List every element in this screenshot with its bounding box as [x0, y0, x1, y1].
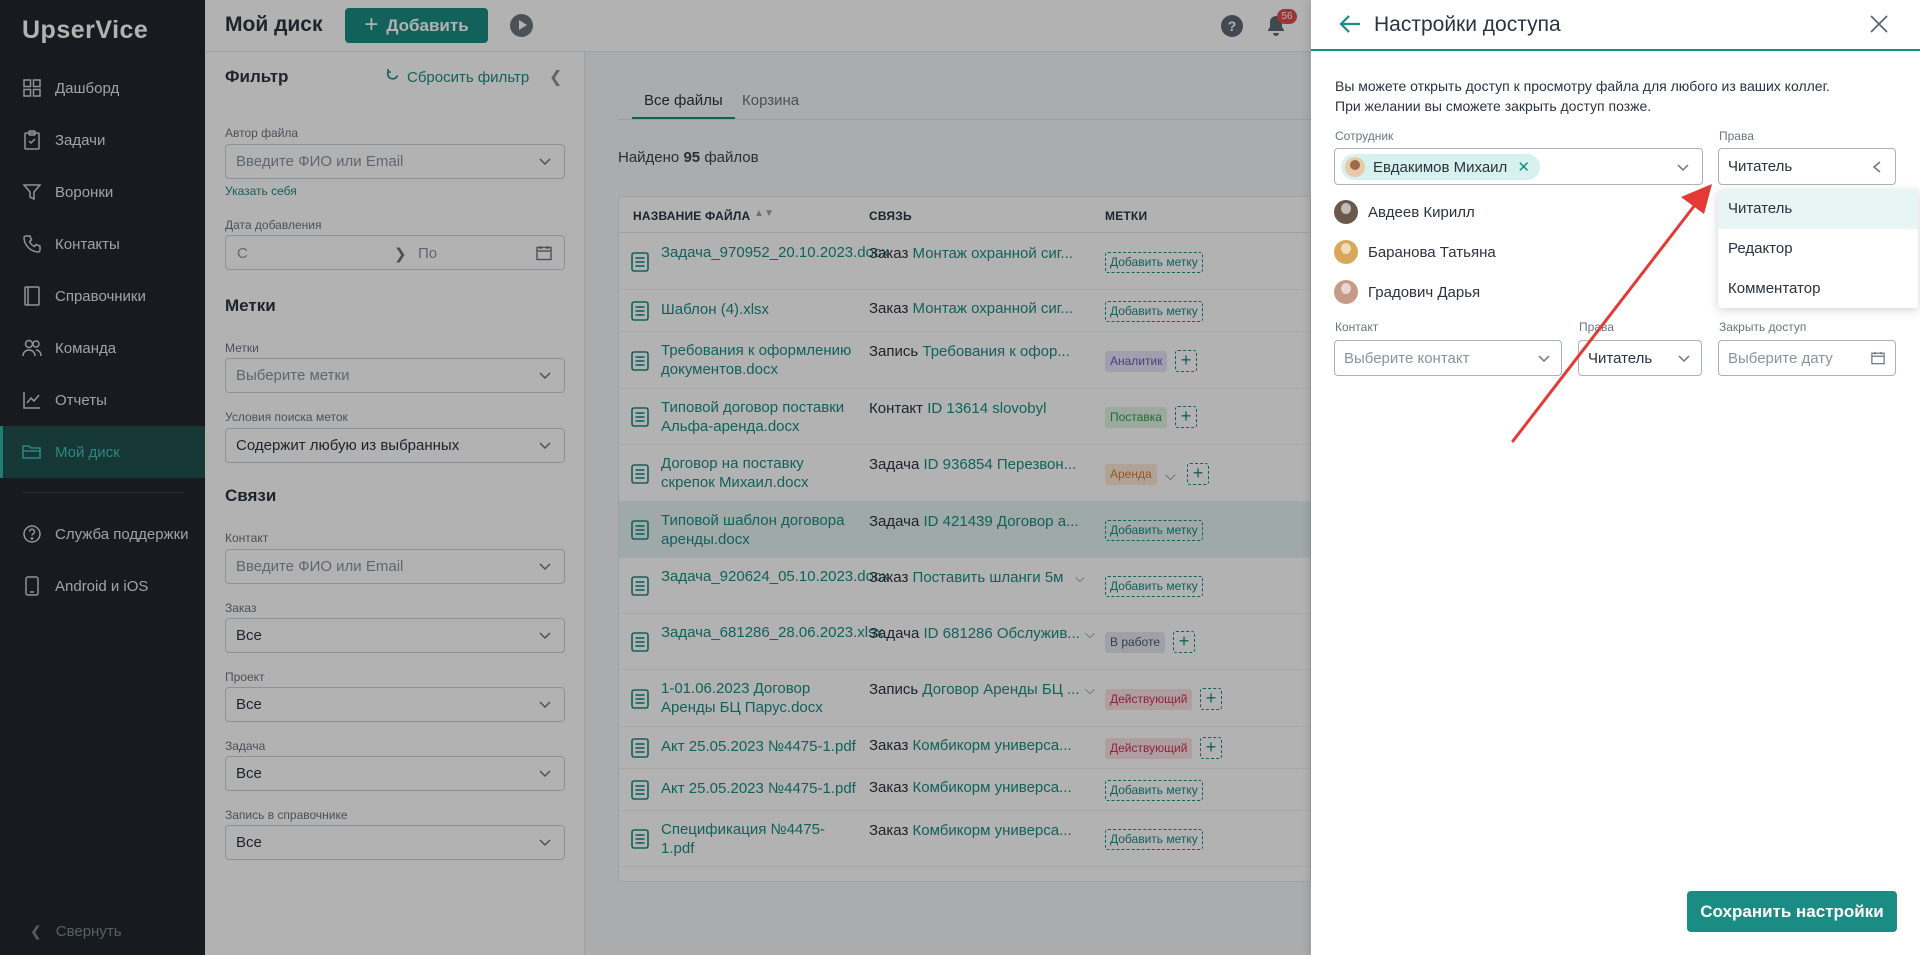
- chevron-left-icon: [1872, 161, 1881, 173]
- rights-label: Права: [1719, 129, 1754, 143]
- employee-name: Баранова Татьяна: [1368, 243, 1496, 261]
- contact-label: Контакт: [1335, 320, 1379, 334]
- chevron-down-icon: [1677, 164, 1689, 172]
- modal-overlay[interactable]: [0, 0, 1311, 955]
- info-line-1: Вы можете открыть доступ к просмотру фай…: [1335, 78, 1830, 94]
- contact-rights-select[interactable]: Читатель: [1578, 340, 1702, 376]
- employee-option[interactable]: Авдеев Кирилл: [1334, 198, 1475, 226]
- avatar: [1334, 280, 1358, 304]
- contact-placeholder: Выберите контакт: [1344, 350, 1470, 367]
- close-access-label: Закрыть доступ: [1719, 320, 1807, 334]
- save-settings-button[interactable]: Сохранить настройки: [1687, 891, 1897, 932]
- close-access-date-input[interactable]: Выберите дату: [1718, 340, 1896, 376]
- employee-chip: Евдакимов Михаил ✕: [1341, 154, 1540, 180]
- avatar: [1334, 200, 1358, 224]
- rights-select[interactable]: Читатель: [1718, 148, 1896, 185]
- employee-option[interactable]: Баранова Татьяна: [1334, 238, 1496, 266]
- info-text: Вы можете открыть доступ к просмотру фай…: [1335, 76, 1895, 116]
- employee-option[interactable]: Градович Дарья: [1334, 278, 1480, 306]
- rights-option-editor[interactable]: Редактор: [1718, 230, 1918, 269]
- avatar: [1345, 157, 1365, 177]
- rights-value: Читатель: [1728, 158, 1793, 175]
- contact-rights-label: Права: [1579, 320, 1614, 334]
- chevron-down-icon: [1678, 355, 1690, 363]
- access-settings-drawer: Настройки доступа Вы можете открыть дост…: [1311, 0, 1920, 955]
- employee-name: Градович Дарья: [1368, 283, 1481, 301]
- info-line-2: При желании вы сможете закрыть доступ по…: [1335, 98, 1652, 114]
- avatar: [1334, 240, 1358, 264]
- employee-label: Сотрудник: [1335, 129, 1394, 143]
- close-icon[interactable]: [1870, 15, 1888, 33]
- close-access-placeholder: Выберите дату: [1728, 350, 1833, 367]
- rights-option-commenter[interactable]: Комментатор: [1718, 270, 1918, 309]
- employee-select[interactable]: Евдакимов Михаил ✕: [1334, 148, 1703, 185]
- calendar-icon: [1871, 351, 1885, 365]
- employee-chip-label: Евдакимов Михаил: [1373, 158, 1508, 176]
- contact-rights-value: Читатель: [1588, 350, 1653, 367]
- drawer-header: Настройки доступа: [1311, 0, 1920, 51]
- employee-name: Авдеев Кирилл: [1368, 203, 1475, 221]
- contact-select[interactable]: Выберите контакт: [1334, 340, 1562, 376]
- rights-option-reader[interactable]: Читатель: [1718, 190, 1918, 229]
- rights-dropdown: Читатель Редактор Комментатор: [1718, 190, 1918, 308]
- chevron-down-icon: [1538, 355, 1550, 363]
- remove-chip-icon[interactable]: ✕: [1517, 158, 1530, 176]
- drawer-title: Настройки доступа: [1374, 13, 1561, 36]
- back-arrow-icon[interactable]: [1339, 14, 1361, 34]
